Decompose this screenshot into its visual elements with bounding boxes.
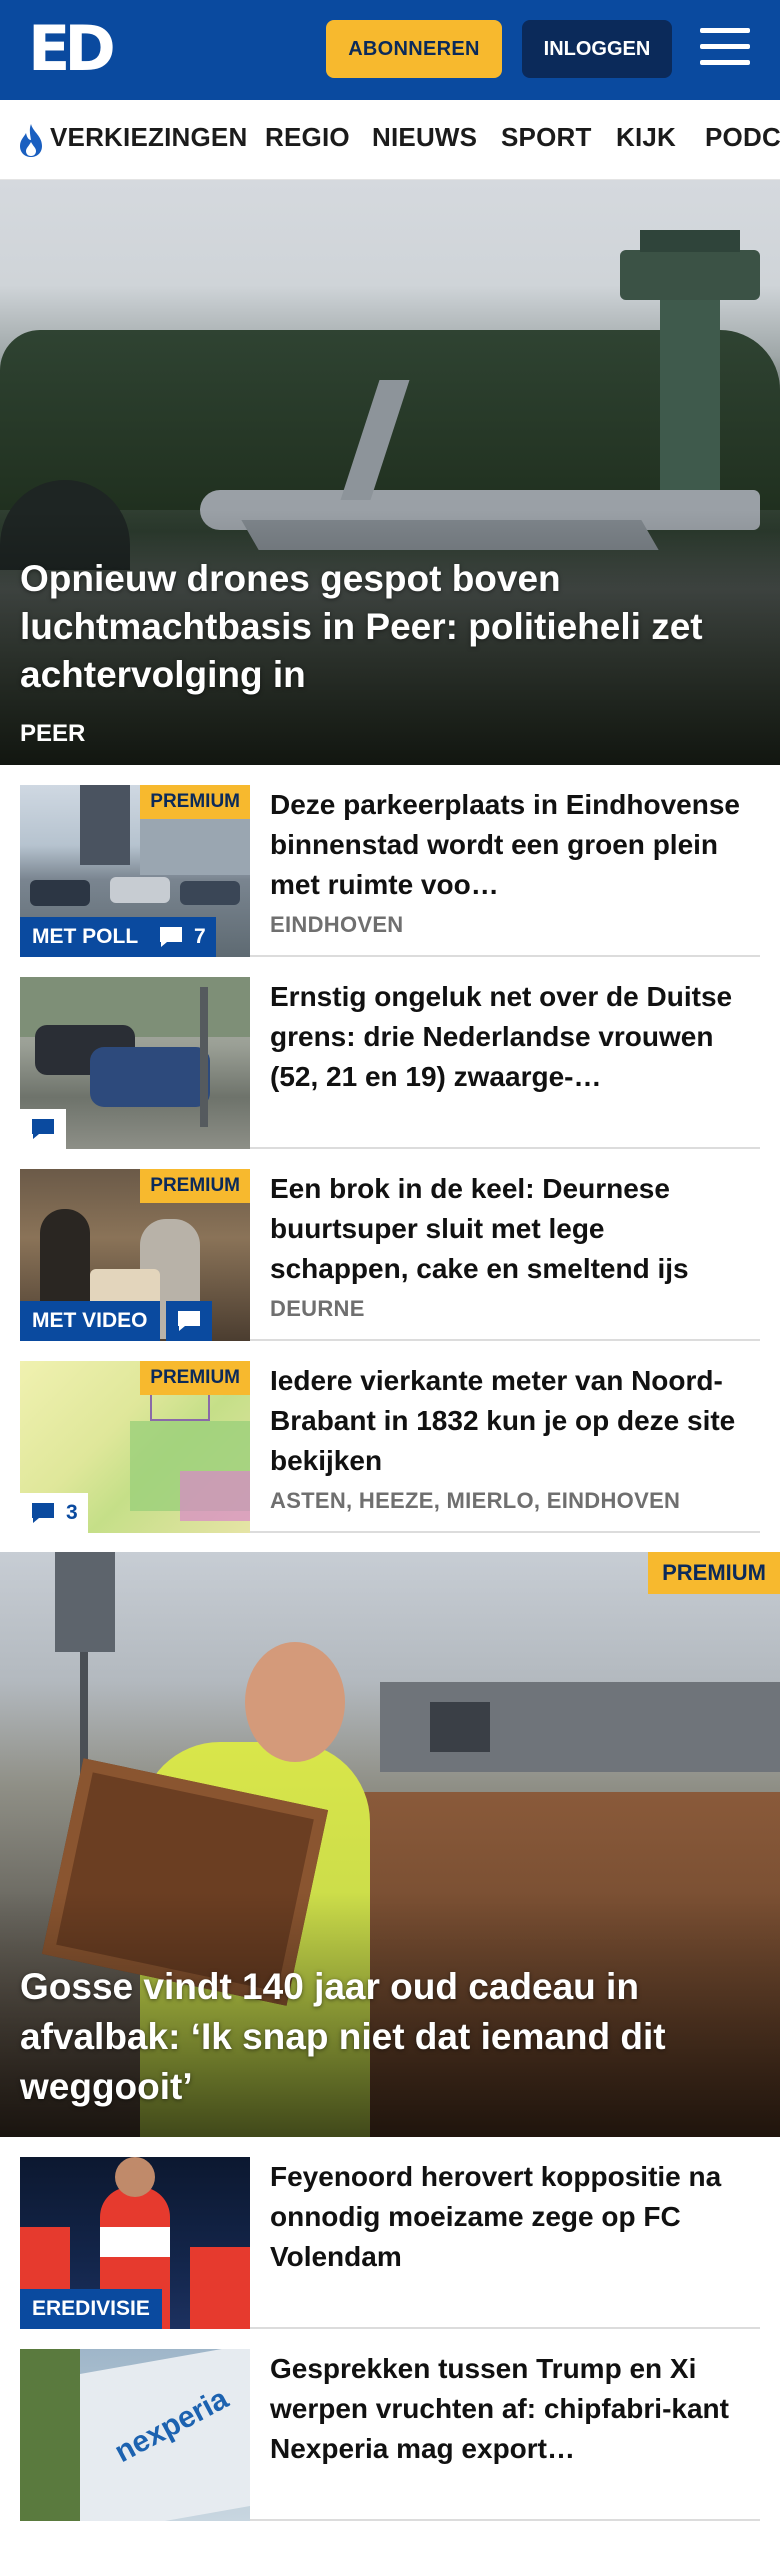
nav-item-verkiezingen[interactable]: VERKIEZINGEN (50, 122, 247, 153)
menu-icon[interactable] (700, 28, 752, 70)
list-item[interactable]: EREDIVISIE Feyenoord herovert koppositie… (20, 2137, 760, 2329)
article-title[interactable]: Iedere vierkante meter van Noord-Brabant… (270, 1361, 740, 1481)
article-thumbnail (20, 977, 250, 1149)
premium-badge: PREMIUM (140, 1169, 250, 1203)
comment-count: 3 (66, 1501, 78, 1524)
hero-location: PEER (20, 720, 86, 747)
hero-title[interactable]: Opnieuw drones gespot boven luchtmachtba… (20, 555, 760, 699)
flame-icon (20, 124, 42, 157)
ed-logo[interactable]: ED (28, 18, 118, 80)
comment-count-badge: 7 (148, 917, 216, 957)
nav-item-kijk[interactable]: KIJK (616, 122, 676, 153)
list-item[interactable]: nexperia Gesprekken tussen Trump en Xi w… (20, 2329, 760, 2521)
section-nav: VERKIEZINGEN REGIO NIEUWS SPORT KIJK POD… (0, 100, 780, 180)
premium-badge: PREMIUM (648, 1552, 780, 1594)
article-thumbnail: nexperia (20, 2349, 250, 2521)
comment-count-badge (20, 1109, 66, 1149)
nav-item-nieuws[interactable]: NIEUWS (372, 122, 477, 153)
article-thumbnail: PREMIUM MET POLL 7 (20, 785, 250, 957)
comment-count: 7 (194, 925, 206, 948)
comment-icon (32, 1503, 54, 1523)
article-location: DEURNE (270, 1296, 365, 1321)
nav-item-regio[interactable]: REGIO (265, 122, 350, 153)
logo-text: ED (28, 12, 116, 85)
article-thumbnail: PREMIUM 3 (20, 1361, 250, 1533)
subscribe-button[interactable]: ABONNEREN (326, 20, 502, 78)
comment-icon (178, 1311, 200, 1331)
video-badge: MET VIDEO (20, 1301, 160, 1341)
premium-badge: PREMIUM (140, 1361, 250, 1395)
comment-icon (32, 1119, 54, 1139)
article-location: EINDHOVEN (270, 912, 404, 937)
nav-item-podcast[interactable]: PODC (705, 122, 780, 153)
comment-icon (160, 927, 182, 947)
premium-badge: PREMIUM (140, 785, 250, 819)
category-badge: EREDIVISIE (20, 2289, 162, 2329)
article-title[interactable]: Gesprekken tussen Trump en Xi werpen vru… (270, 2349, 740, 2469)
hero-article[interactable]: Opnieuw drones gespot boven luchtmachtba… (0, 180, 780, 765)
article-title[interactable]: Ernstig ongeluk net over de Duitse grens… (270, 977, 740, 1097)
list-item[interactable]: Ernstig ongeluk net over de Duitse grens… (20, 957, 760, 1149)
site-header: ED ABONNEREN INLOGGEN (0, 0, 780, 100)
article-title[interactable]: Deze parkeerplaats in Eindhovense binnen… (270, 785, 740, 905)
nav-item-sport[interactable]: SPORT (501, 122, 592, 153)
feature-article[interactable]: PREMIUM Gosse vindt 140 jaar oud cadeau … (0, 1552, 780, 2137)
feature-title[interactable]: Gosse vindt 140 jaar oud cadeau in afval… (20, 1962, 760, 2112)
list-item[interactable]: PREMIUM MET VIDEO Een brok in de keel: D… (20, 1149, 760, 1341)
article-thumbnail: PREMIUM MET VIDEO (20, 1169, 250, 1341)
article-thumbnail: EREDIVISIE (20, 2157, 250, 2329)
comment-count-badge (166, 1301, 212, 1341)
list-item[interactable]: PREMIUM MET POLL 7 Deze parkeerplaats in… (20, 765, 760, 957)
poll-badge: MET POLL (20, 917, 151, 957)
list-item[interactable]: PREMIUM 3 Iedere vierkante meter van Noo… (20, 1341, 760, 1533)
article-location: ASTEN, HEEZE, MIERLO, EINDHOVEN (270, 1488, 681, 1513)
article-title[interactable]: Een brok in de keel: Deurnese buurtsuper… (270, 1169, 740, 1289)
login-button[interactable]: INLOGGEN (522, 20, 672, 78)
comment-count-badge: 3 (20, 1493, 88, 1533)
article-title[interactable]: Feyenoord herovert koppositie na onnodig… (270, 2157, 740, 2277)
